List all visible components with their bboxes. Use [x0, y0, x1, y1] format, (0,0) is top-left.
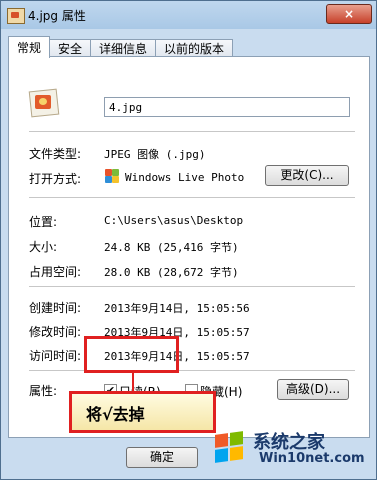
general-panel: 文件类型: JPEG 图像 (.jpg) 打开方式: Windows Live … — [8, 56, 370, 438]
windows-live-photo-icon — [105, 169, 119, 183]
annotation-text: 将√去掉 — [86, 405, 145, 424]
open-with-label: 打开方式: — [29, 172, 82, 186]
divider — [29, 370, 355, 371]
tab-strip: 常规 安全 详细信息 以前的版本 — [8, 36, 234, 58]
open-with-value: Windows Live Photo — [125, 171, 245, 184]
location-label: 位置: — [29, 215, 58, 229]
photo-file-icon — [28, 88, 60, 118]
accessed-label: 访问时间: — [29, 349, 82, 363]
jpg-file-icon — [7, 8, 25, 24]
divider — [29, 286, 355, 287]
file-type-label: 文件类型: — [29, 147, 82, 161]
title-bar[interactable]: 4.jpg 属性 × — [1, 1, 376, 29]
created-value: 2013年9月14日, 15:05:56 — [104, 302, 250, 315]
divider — [29, 131, 355, 132]
annotation-callout: 将√去掉 — [69, 391, 216, 433]
window-title: 4.jpg 属性 — [28, 9, 86, 23]
windows-logo-icon — [211, 430, 247, 466]
watermark-url: Win10net.com — [259, 451, 365, 466]
size-label: 大小: — [29, 240, 58, 254]
created-label: 创建时间: — [29, 301, 82, 315]
watermark: 系统之家 Win10net.com — [211, 426, 371, 470]
tab-general[interactable]: 常规 — [8, 36, 51, 58]
file-name-input[interactable] — [104, 97, 350, 117]
ok-button[interactable]: 确定 — [126, 447, 198, 468]
divider — [29, 197, 355, 198]
advanced-button[interactable]: 高级(D)... — [277, 379, 349, 400]
location-value: C:\Users\asus\Desktop — [104, 214, 244, 227]
size-on-disk-value: 28.0 KB (28,672 字节) — [104, 266, 239, 279]
modified-label: 修改时间: — [29, 325, 82, 339]
size-on-disk-label: 占用空间: — [29, 265, 82, 279]
change-button[interactable]: 更改(C)... — [265, 165, 349, 186]
close-button[interactable]: × — [326, 4, 372, 24]
size-value: 24.8 KB (25,416 字节) — [104, 241, 239, 254]
annotation-highlight-box — [84, 336, 179, 373]
attributes-label: 属性: — [29, 384, 58, 398]
tab-container: 常规 安全 详细信息 以前的版本 文件类型: JPEG 图像 (.jpg) 打开… — [8, 36, 370, 438]
annotation-pointer — [132, 373, 134, 391]
file-type-value: JPEG 图像 (.jpg) — [104, 148, 206, 161]
